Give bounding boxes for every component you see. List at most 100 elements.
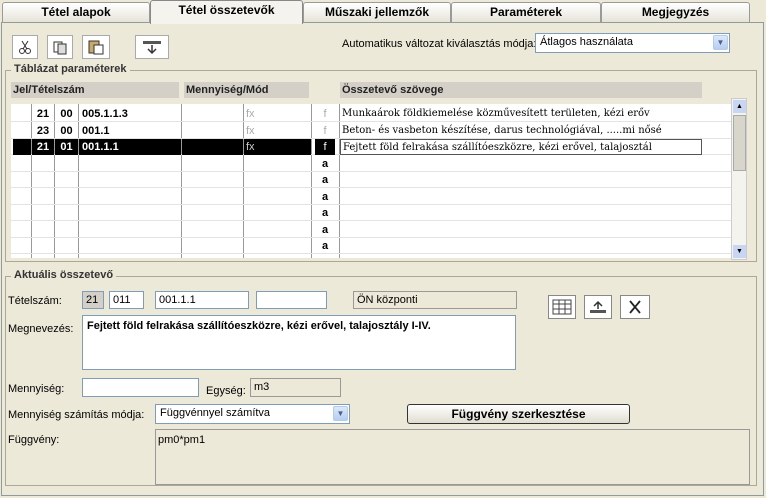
row-marker bbox=[13, 222, 31, 238]
table-row[interactable]: 21 01 001.1.1 fx f Fejtett föld felrakása szá… bbox=[11, 139, 731, 155]
row-fx bbox=[244, 172, 311, 188]
row-szoveg bbox=[340, 222, 702, 238]
table-row[interactable]: a bbox=[11, 255, 731, 259]
tetelszam-field-1[interactable]: 21 bbox=[82, 291, 104, 309]
megnevezes-textarea[interactable]: Fejtett föld felrakása szállítóeszközre,… bbox=[82, 315, 516, 370]
egyseg-field: m3 bbox=[250, 378, 341, 397]
insert-row-button[interactable] bbox=[135, 35, 169, 59]
col-header-mennyiseg[interactable]: Mennyiség/Mód bbox=[184, 82, 309, 98]
row-fx bbox=[244, 156, 311, 172]
row-jel-a bbox=[32, 222, 54, 238]
tetelszam-field-4[interactable] bbox=[256, 291, 327, 309]
source-field: ÖN központi bbox=[353, 291, 517, 309]
row-marker bbox=[13, 172, 31, 188]
table-row[interactable]: a bbox=[11, 156, 731, 172]
row-marker bbox=[13, 189, 31, 205]
chevron-down-icon: ▼ bbox=[713, 35, 728, 50]
table-row[interactable]: a bbox=[11, 189, 731, 205]
row-mode: a bbox=[321, 174, 329, 186]
row-jel-a: 21 bbox=[32, 139, 54, 155]
row-tetelszam bbox=[79, 255, 181, 259]
grid-button[interactable] bbox=[548, 295, 576, 319]
row-fx bbox=[244, 189, 311, 205]
row-jel-a bbox=[32, 189, 54, 205]
row-jel-a bbox=[32, 255, 54, 259]
row-szoveg bbox=[340, 172, 702, 188]
row-mode: a bbox=[321, 157, 329, 170]
table-row[interactable]: a bbox=[11, 222, 731, 238]
row-tetelszam bbox=[79, 172, 181, 188]
row-jel-a: 23 bbox=[36, 124, 50, 137]
upload-icon bbox=[590, 300, 606, 313]
copy-button[interactable] bbox=[47, 35, 73, 59]
row-jel-a bbox=[32, 156, 54, 172]
row-tetelszam bbox=[79, 238, 181, 254]
row-jel-b: 00 bbox=[60, 108, 73, 120]
table-row[interactable]: a bbox=[11, 238, 731, 254]
cut-button[interactable] bbox=[12, 35, 38, 59]
row-szoveg: Fejtett föld felrakása szállítóeszközre,… bbox=[340, 139, 702, 155]
row-szoveg: Munkaárok földkiemelése közművesített te… bbox=[342, 108, 650, 119]
auto-mode-select[interactable]: Átlagos használata ▼ bbox=[535, 33, 730, 53]
tetelszam-label: Tételszám: bbox=[8, 295, 62, 307]
table-group-title: Táblázat paraméterek bbox=[11, 63, 130, 75]
table-row[interactable]: 23 00 001.1 fx f Beton- és vasbeton készítése… bbox=[11, 123, 731, 139]
mennyiseg-input[interactable] bbox=[82, 378, 199, 397]
mod-value: Függvénnyel számítva bbox=[160, 407, 271, 419]
row-marker bbox=[13, 205, 31, 221]
col-header-jel[interactable]: Jel/Tételszám bbox=[11, 82, 179, 98]
scroll-up-icon[interactable]: ▲ bbox=[733, 100, 746, 113]
scroll-down-icon[interactable]: ▼ bbox=[733, 245, 746, 258]
row-mode: f bbox=[315, 139, 335, 155]
megnevezes-label: Megnevezés: bbox=[8, 323, 74, 335]
row-marker bbox=[13, 238, 31, 254]
scroll-thumb[interactable] bbox=[733, 115, 746, 171]
fv-edit-button[interactable]: Függvény szerkesztése bbox=[407, 404, 630, 424]
col-header-szoveg[interactable]: Összetevő szövege bbox=[340, 82, 702, 98]
row-mode: a bbox=[321, 223, 329, 236]
row-szoveg bbox=[340, 189, 702, 205]
tetelszam-field-3[interactable]: 001.1.1 bbox=[155, 291, 249, 309]
row-mode: f bbox=[323, 108, 327, 120]
row-mode: a bbox=[321, 190, 329, 203]
row-tetelszam bbox=[79, 222, 181, 238]
row-mode: f bbox=[323, 124, 327, 137]
row-mennyiseg bbox=[182, 205, 243, 221]
row-fx bbox=[244, 222, 311, 238]
row-mennyiseg bbox=[182, 222, 243, 238]
row-fx: fx bbox=[246, 124, 255, 137]
insert-row-icon bbox=[143, 41, 161, 55]
upload-button[interactable] bbox=[584, 295, 612, 319]
tetelszam-field-2[interactable]: 011 bbox=[109, 291, 144, 309]
row-mode: a bbox=[321, 207, 329, 219]
table-row[interactable]: a bbox=[11, 205, 731, 221]
table-row[interactable]: 21 00 005.1.1.3 fx f Munkaárok földkiemelése … bbox=[11, 106, 731, 122]
row-mennyiseg bbox=[182, 156, 243, 172]
row-tetelszam bbox=[79, 205, 181, 221]
close-icon bbox=[629, 300, 641, 314]
row-marker bbox=[13, 106, 31, 122]
table-scrollbar[interactable]: ▲ ▼ bbox=[731, 98, 747, 260]
row-tetelszam: 001.1.1 bbox=[79, 139, 181, 155]
row-jel-b bbox=[55, 172, 78, 188]
mod-select[interactable]: Függvénnyel számítva ▼ bbox=[155, 404, 350, 424]
row-jel-a: 21 bbox=[36, 108, 50, 120]
row-marker bbox=[13, 156, 31, 172]
chevron-down-icon: ▼ bbox=[333, 406, 348, 421]
row-mennyiseg bbox=[182, 238, 243, 254]
row-fx bbox=[244, 238, 311, 254]
row-fx bbox=[244, 255, 311, 259]
paste-button[interactable] bbox=[82, 35, 110, 59]
auto-mode-label: Automatikus változat kiválasztás módja: bbox=[342, 38, 537, 50]
row-szoveg: Beton- és vasbeton készítése, darus tech… bbox=[342, 124, 662, 136]
row-jel-b bbox=[55, 189, 78, 205]
fv-field: pm0*pm1 bbox=[155, 429, 750, 485]
row-marker bbox=[13, 123, 31, 139]
row-tetelszam: 001.1 bbox=[82, 124, 110, 137]
row-fx: fx bbox=[244, 139, 311, 155]
row-szoveg bbox=[340, 156, 702, 172]
mennyiseg-label: Mennyiség: bbox=[8, 383, 65, 395]
table-row[interactable]: a bbox=[11, 172, 731, 188]
clear-button[interactable] bbox=[620, 295, 650, 319]
row-marker bbox=[13, 139, 31, 155]
